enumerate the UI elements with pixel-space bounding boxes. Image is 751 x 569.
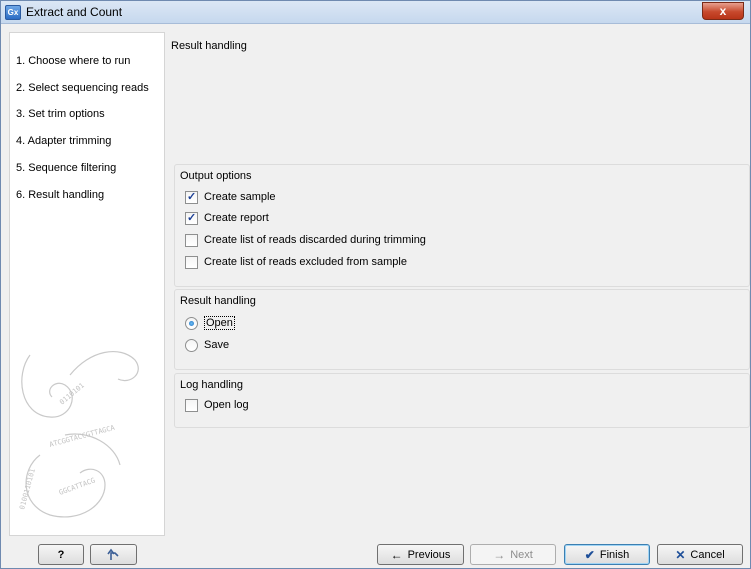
decorative-spiral-icon: 0110101 ATCGGTACCGTTAGCA 0100110101 GGCA…	[18, 351, 139, 518]
output-options-group: Output options Create sample Create repo…	[174, 164, 750, 287]
open-radio[interactable]	[185, 316, 198, 330]
close-button[interactable]: x	[702, 2, 744, 20]
excluded-reads-option[interactable]: Create list of reads excluded from sampl…	[185, 255, 407, 269]
content-panel: Result handling Output options Create sa…	[166, 32, 750, 536]
step-set-trim-options: 3. Set trim options	[16, 108, 105, 120]
step-adapter-trimming: 4. Adapter trimming	[16, 135, 112, 147]
reset-button[interactable]	[90, 544, 137, 565]
help-button[interactable]: ?	[38, 544, 84, 565]
create-sample-option[interactable]: Create sample	[185, 190, 276, 204]
checkbox-label: Create list of reads excluded from sampl…	[204, 256, 407, 268]
step-sequence-filtering: 5. Sequence filtering	[16, 162, 117, 174]
checkmark-icon: ✔	[584, 547, 595, 562]
dialog-window: Gx Extract and Count x 1. Choose where t…	[0, 0, 751, 569]
group-title: Output options	[180, 170, 252, 182]
cancel-label: Cancel	[690, 548, 725, 561]
checkbox-label: Open log	[204, 399, 249, 411]
undo-arrow-icon	[106, 548, 119, 560]
step-choose-where-to-run: 1. Choose where to run	[16, 55, 131, 67]
close-icon: x	[719, 4, 727, 18]
create-sample-checkbox[interactable]	[185, 190, 198, 204]
open-log-checkbox[interactable]	[185, 398, 198, 412]
open-log-option[interactable]: Open log	[185, 398, 249, 412]
finish-label: Finish	[599, 548, 630, 561]
svg-text:GGCATTACG: GGCATTACG	[58, 476, 96, 496]
page-title: Result handling	[171, 40, 247, 52]
next-label: Next	[510, 548, 533, 561]
window-title: Extract and Count	[26, 5, 123, 19]
create-report-option[interactable]: Create report	[185, 211, 269, 225]
cancel-button[interactable]: ✕ Cancel	[657, 544, 743, 565]
arrow-left-icon: ←	[390, 547, 403, 562]
arrow-right-icon: →	[493, 547, 506, 562]
previous-button[interactable]: ← Previous	[377, 544, 464, 565]
next-button[interactable]: → Next	[470, 544, 556, 565]
radio-label: Open	[204, 316, 235, 330]
save-radio[interactable]	[185, 338, 198, 352]
discarded-reads-checkbox[interactable]	[185, 233, 198, 247]
group-title: Result handling	[180, 295, 256, 307]
log-handling-group: Log handling Open log	[174, 373, 750, 428]
finish-button[interactable]: ✔ Finish	[564, 544, 650, 565]
checkbox-label: Create report	[204, 212, 269, 224]
checkbox-label: Create list of reads discarded during tr…	[204, 234, 426, 246]
radio-label: Save	[204, 339, 230, 351]
app-icon: Gx	[5, 5, 21, 20]
save-option[interactable]: Save	[185, 338, 229, 352]
wizard-steps-panel: 1. Choose where to run 2. Select sequenc…	[9, 32, 165, 536]
group-title: Log handling	[180, 379, 244, 391]
checkbox-label: Create sample	[204, 191, 276, 203]
discarded-reads-option[interactable]: Create list of reads discarded during tr…	[185, 233, 426, 247]
result-handling-group: Result handling Open Save	[174, 289, 750, 370]
cancel-x-icon: ✕	[675, 547, 686, 562]
title-bar[interactable]: Gx Extract and Count x	[1, 1, 750, 24]
previous-label: Previous	[407, 548, 451, 561]
excluded-reads-checkbox[interactable]	[185, 255, 198, 269]
step-select-sequencing-reads: 2. Select sequencing reads	[16, 82, 149, 94]
help-icon: ?	[57, 548, 65, 561]
open-option[interactable]: Open	[185, 316, 235, 330]
step-result-handling: 6. Result handling	[16, 189, 105, 201]
create-report-checkbox[interactable]	[185, 211, 198, 225]
